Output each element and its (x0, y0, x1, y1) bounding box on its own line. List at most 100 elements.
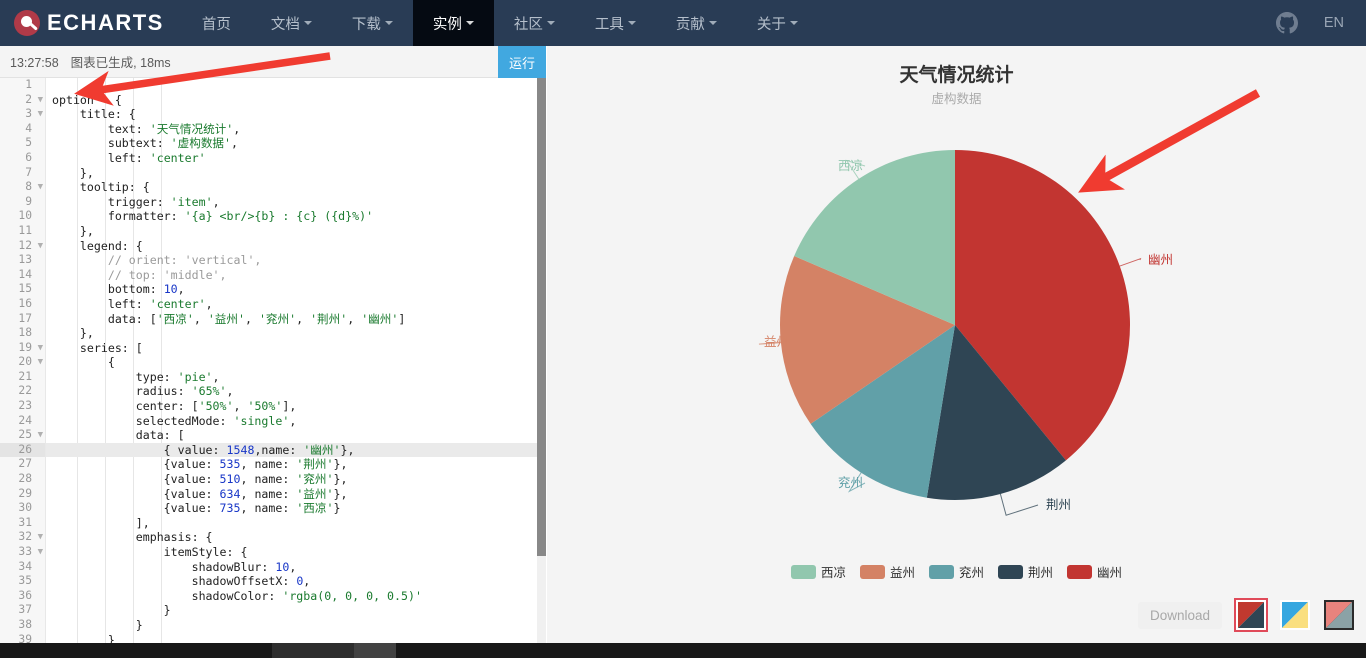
code-line[interactable]: {value: 510, name: '兖州'}, (46, 472, 546, 487)
fold-toggle-icon[interactable]: ▼ (38, 545, 43, 560)
code-line[interactable]: {value: 735, name: '西凉'} (46, 501, 546, 516)
nav-item-3[interactable]: 实例 (412, 0, 494, 46)
code-line[interactable]: formatter: '{a} <br/>{b} : {c} ({d}%)' (46, 209, 546, 224)
nav-item-label: 贡献 (675, 16, 705, 33)
line-number: 31 (18, 515, 32, 529)
line-number: 6 (25, 150, 32, 164)
code-line[interactable]: ], (46, 516, 546, 531)
legend-swatch-icon (1067, 564, 1093, 579)
pie-chart[interactable]: 幽州 荆州 兖州 益州 西凉 (547, 46, 1366, 643)
code-line[interactable]: radius: '65%', (46, 384, 546, 399)
line-number: 2 ▼ (25, 92, 43, 108)
line-number: 35 (18, 574, 32, 588)
code-line[interactable]: // top: 'middle', (46, 268, 546, 283)
brand-logo[interactable]: ECHARTS (0, 0, 182, 46)
code-line[interactable]: } (46, 618, 546, 633)
code-line[interactable]: } (46, 603, 546, 618)
nav-item-0[interactable]: 首页 (182, 0, 251, 46)
page-root: ECHARTS 首页 文档 下载 实例 社区 工具 贡献 关于 EN 13:27:58 图表已生… (0, 0, 1366, 658)
nav-item-label: 文档 (270, 16, 300, 33)
fold-toggle-icon[interactable]: ▼ (38, 530, 43, 545)
code-line[interactable]: option = { (46, 93, 546, 108)
legend-swatch-icon (790, 564, 816, 579)
code-line[interactable] (46, 78, 546, 93)
fold-toggle-icon[interactable]: ▼ (38, 239, 43, 254)
theme-swatch-default[interactable] (1234, 598, 1268, 632)
run-button[interactable]: 运行 (498, 46, 546, 78)
line-number: 34 (18, 559, 32, 573)
code-line[interactable]: title: { (46, 107, 546, 122)
legend-label: 兖州 (958, 566, 984, 580)
line-number: 12 ▼ (18, 238, 43, 254)
language-switch[interactable]: EN (1324, 15, 1344, 31)
fold-toggle-icon[interactable]: ▼ (38, 341, 43, 356)
github-icon[interactable] (1275, 12, 1298, 34)
nav-item-1[interactable]: 文档 (251, 0, 332, 46)
nav-item-6[interactable]: 贡献 (656, 0, 737, 46)
code-line[interactable]: {value: 535, name: '荆州'}, (46, 457, 546, 472)
code-line[interactable]: shadowOffsetX: 0, (46, 574, 546, 589)
code-line[interactable]: center: ['50%', '50%'], (46, 399, 546, 414)
code-line[interactable]: // orient: 'vertical', (46, 253, 546, 268)
pie-slice-label-西凉: 西凉 (838, 158, 863, 173)
code-line[interactable]: text: '天气情况统计', (46, 122, 546, 137)
chart-pane: 天气情况统计 虚构数据 幽州 荆州 兖州 益州 西凉 西凉 益州 兖州 荆州 幽州 Downlo… (547, 46, 1366, 643)
code-line[interactable]: { value: 1548,name: '幽州'}, (46, 442, 546, 458)
code-line[interactable]: { (46, 355, 546, 370)
line-number: 18 (18, 326, 32, 340)
fold-toggle-icon[interactable]: ▼ (38, 355, 43, 370)
theme-swatch-dark[interactable] (1324, 600, 1354, 630)
code-line[interactable]: data: ['西凉', '益州', '兖州', '荆州', '幽州'] (46, 312, 546, 327)
code-line[interactable]: } (46, 633, 546, 643)
fold-toggle-icon[interactable]: ▼ (38, 93, 43, 108)
line-number: 8 ▼ (25, 180, 43, 195)
code-line[interactable]: itemStyle: { (46, 545, 546, 560)
fold-toggle-icon[interactable]: ▼ (38, 428, 43, 443)
line-number: 33 ▼ (18, 545, 43, 560)
code-line[interactable]: emphasis: { (46, 530, 546, 545)
code-content[interactable]: option = { title: { text: '天气情况统计', subt… (46, 78, 546, 643)
code-line[interactable]: }, (46, 326, 546, 341)
line-number: 9 (25, 194, 32, 208)
code-line[interactable]: subtext: '虚构数据', (46, 136, 546, 151)
legend-item-3[interactable]: 荆州 (998, 562, 1053, 581)
code-line[interactable]: series: [ (46, 341, 546, 356)
code-line[interactable]: legend: { (46, 239, 546, 254)
legend-item-4[interactable]: 幽州 (1067, 562, 1122, 581)
code-line[interactable]: shadowColor: 'rgba(0, 0, 0, 0.5)' (46, 589, 546, 604)
editor-scrollbar[interactable] (537, 78, 546, 643)
code-line[interactable]: type: 'pie', (46, 370, 546, 385)
editor-scrollbar-thumb[interactable] (537, 78, 546, 556)
code-line[interactable]: }, (46, 166, 546, 181)
code-line[interactable]: left: 'center' (46, 151, 546, 166)
nav-item-2[interactable]: 下载 (332, 0, 413, 46)
legend-item-0[interactable]: 西凉 (790, 562, 846, 581)
fold-toggle-icon[interactable]: ▼ (38, 107, 43, 122)
line-number: 5 (25, 136, 32, 150)
code-line[interactable]: trigger: 'item', (46, 195, 546, 210)
line-number: 16 (18, 296, 32, 310)
code-line[interactable]: {value: 634, name: '益州'}, (46, 487, 546, 502)
theme-swatch-light[interactable] (1280, 600, 1310, 630)
legend-item-2[interactable]: 兖州 (928, 562, 984, 581)
nav-item-4[interactable]: 社区 (494, 0, 575, 46)
line-number: 22 (18, 384, 32, 398)
pie-slice-label-兖州: 兖州 (838, 475, 863, 490)
code-line[interactable]: tooltip: { (46, 180, 546, 195)
nav-item-5[interactable]: 工具 (575, 0, 656, 46)
code-line[interactable]: selectedMode: 'single', (46, 414, 546, 429)
nav-item-label: 工具 (594, 16, 624, 33)
code-line[interactable]: }, (46, 224, 546, 239)
pie-chart-svg[interactable]: 幽州荆州兖州益州西凉 (547, 46, 1366, 643)
code-line[interactable]: bottom: 10, (46, 282, 546, 297)
code-line[interactable]: left: 'center', (46, 297, 546, 312)
legend-item-1[interactable]: 益州 (859, 562, 915, 581)
code-line[interactable]: data: [ (46, 428, 546, 443)
line-number: 27 (18, 457, 32, 471)
download-button[interactable]: Download (1137, 601, 1222, 629)
code-editor[interactable]: 1 2 ▼ 3 ▼ 4 5 6 7 8 ▼ 9 10 11 12 ▼ 13 14 15 16 17 18 19 ▼ 20 ▼ 21 2… (0, 78, 546, 643)
nav-item-7[interactable]: 关于 (737, 0, 818, 46)
fold-toggle-icon[interactable]: ▼ (38, 180, 43, 195)
line-number: 13 (18, 253, 32, 267)
code-line[interactable]: shadowBlur: 10, (46, 560, 546, 575)
